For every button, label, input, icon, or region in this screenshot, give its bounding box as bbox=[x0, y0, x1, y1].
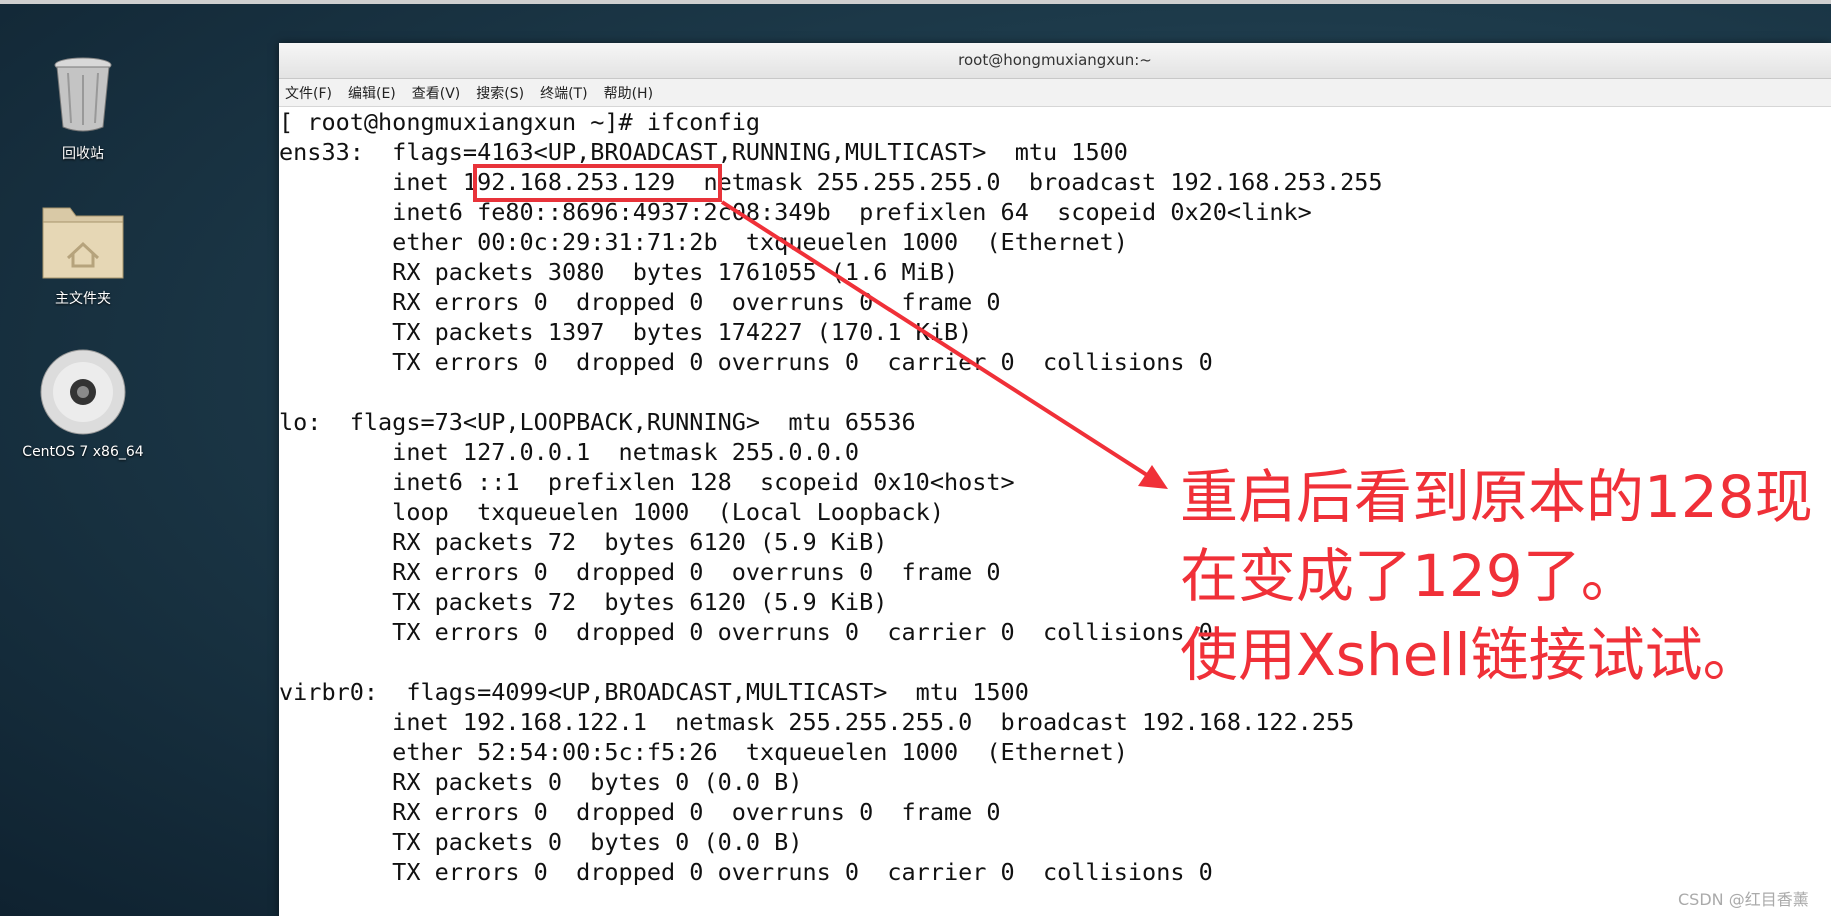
annotation-line: 在变成了129了。 bbox=[1180, 542, 1639, 610]
annotation-text: 重启后看到原本的128现 在变成了129了。 使用Xshell链接试试。 bbox=[1180, 458, 1820, 695]
annotation-line: 重启后看到原本的128现 bbox=[1180, 463, 1813, 531]
watermark: CSDN @红目香薰 bbox=[1678, 890, 1809, 909]
annotation-line: 使用Xshell链接试试。 bbox=[1180, 621, 1761, 689]
